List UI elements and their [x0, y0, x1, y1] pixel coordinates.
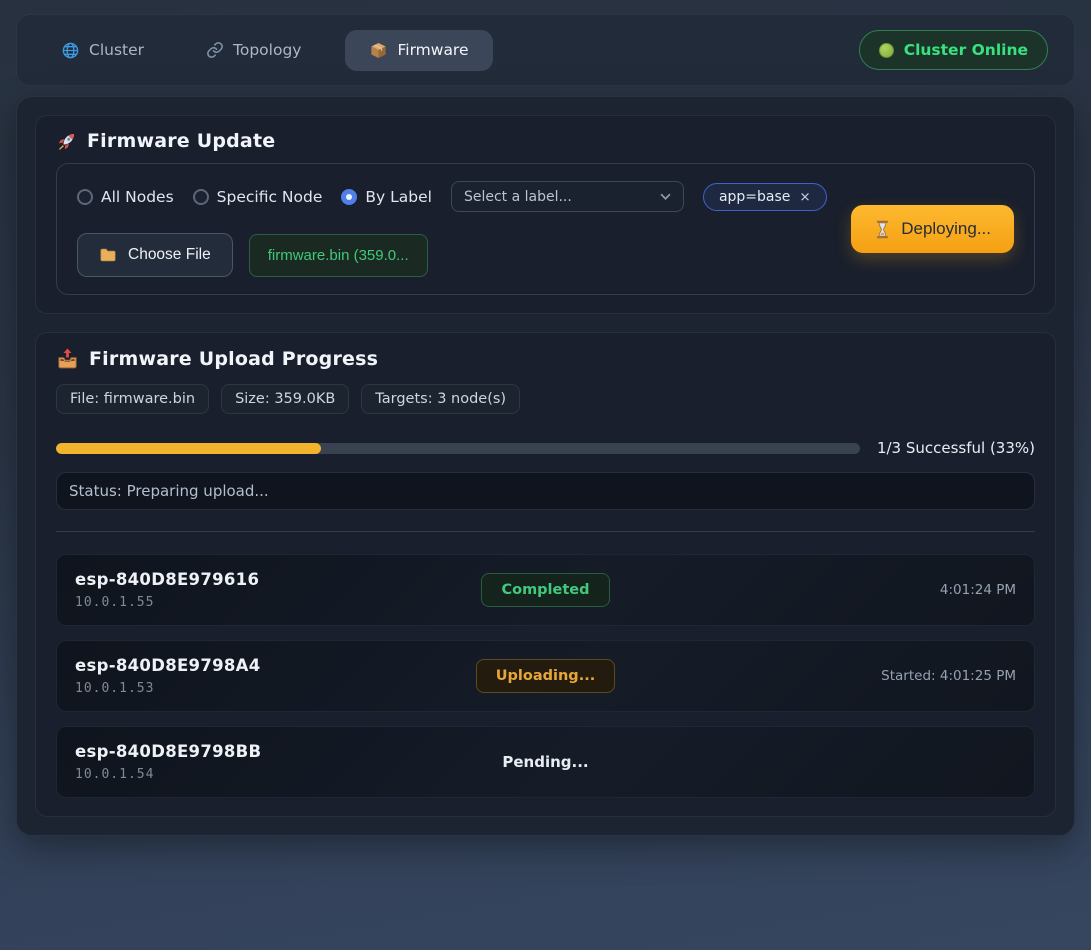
radio-circle[interactable]	[77, 189, 93, 205]
folder-icon	[99, 247, 117, 263]
package-icon	[369, 41, 388, 60]
upload-progress-title: Firmware Upload Progress	[56, 347, 1035, 370]
label-select-placeholder: Select a label...	[464, 189, 572, 205]
node-ip: 10.0.1.54	[75, 767, 502, 782]
node-row: esp-840D8E979616 10.0.1.55 Completed 4:0…	[56, 554, 1035, 626]
cluster-online-badge: Cluster Online	[859, 30, 1048, 70]
node-row: esp-840D8E9798BB 10.0.1.54 Pending...	[56, 726, 1035, 798]
firmware-update-title: Firmware Update	[56, 130, 1035, 152]
file-row: Choose File firmware.bin (359.0...	[77, 233, 831, 277]
progress-fill	[56, 443, 321, 454]
radio-specific-node[interactable]: Specific Node	[193, 188, 323, 206]
label-tag-text: app=base	[719, 189, 790, 205]
upload-progress-card: Firmware Upload Progress File: firmware.…	[35, 332, 1056, 817]
status-line: Status: Preparing upload...	[56, 472, 1035, 510]
selected-file-chip[interactable]: firmware.bin (359.0...	[249, 234, 428, 277]
node-ip: 10.0.1.55	[75, 595, 481, 610]
node-name: esp-840D8E9798BB	[75, 742, 502, 761]
hourglass-icon	[874, 220, 891, 239]
status-text-pending: Pending...	[502, 753, 588, 771]
tab-label: Firmware	[397, 41, 468, 59]
deploy-button[interactable]: Deploying...	[851, 205, 1014, 253]
deploy-button-label: Deploying...	[901, 219, 991, 239]
label-select[interactable]: Select a label...	[451, 181, 684, 212]
cluster-online-label: Cluster Online	[904, 41, 1028, 59]
link-icon	[206, 41, 224, 59]
radio-circle-checked[interactable]	[341, 189, 357, 205]
status-badge-completed: Completed	[481, 573, 609, 607]
radio-label: By Label	[365, 188, 432, 206]
progress-label: 1/3 Successful (33%)	[877, 439, 1035, 457]
radio-by-label[interactable]: By Label	[341, 188, 432, 206]
firmware-update-card: Firmware Update All Nodes Specific Node …	[35, 115, 1056, 314]
divider	[56, 531, 1035, 532]
main-container: Firmware Update All Nodes Specific Node …	[16, 96, 1075, 836]
choose-file-label: Choose File	[128, 246, 211, 264]
progress-bar	[56, 443, 860, 454]
label-tag: app=base ×	[703, 183, 827, 211]
radio-label: All Nodes	[101, 188, 174, 206]
card-title-text: Firmware Update	[87, 130, 275, 152]
upload-tray-icon	[56, 347, 79, 370]
meta-badges-row: File: firmware.bin Size: 359.0KB Targets…	[56, 384, 1035, 414]
green-dot-icon	[879, 43, 894, 58]
update-form-panel: All Nodes Specific Node By Label Select …	[56, 163, 1035, 295]
targets-badge: Targets: 3 node(s)	[361, 384, 520, 414]
rocket-icon	[56, 131, 77, 152]
globe-icon	[61, 41, 80, 60]
selected-file-label: firmware.bin (359.0...	[268, 247, 409, 264]
progress-row: 1/3 Successful (33%)	[56, 439, 1035, 457]
node-time: 4:01:24 PM	[610, 582, 1016, 598]
node-ip: 10.0.1.53	[75, 681, 476, 696]
node-name: esp-840D8E9798A4	[75, 656, 476, 675]
choose-file-button[interactable]: Choose File	[77, 233, 233, 277]
radio-circle[interactable]	[193, 189, 209, 205]
size-badge: Size: 359.0KB	[221, 384, 349, 414]
tab-topology[interactable]: Topology	[188, 30, 319, 70]
tab-cluster[interactable]: Cluster	[43, 30, 162, 71]
tab-firmware[interactable]: Firmware	[345, 30, 492, 71]
tab-label: Topology	[233, 41, 301, 59]
card-title-text: Firmware Upload Progress	[89, 348, 378, 370]
target-mode-row: All Nodes Specific Node By Label Select …	[77, 181, 831, 212]
node-row: esp-840D8E9798A4 10.0.1.53 Uploading... …	[56, 640, 1035, 712]
radio-all-nodes[interactable]: All Nodes	[77, 188, 174, 206]
radio-label: Specific Node	[217, 188, 323, 206]
tab-label: Cluster	[89, 41, 144, 59]
chevron-down-icon	[660, 193, 671, 200]
top-nav: Cluster Topology Firmware Cluster Online	[16, 14, 1075, 86]
node-list: esp-840D8E979616 10.0.1.55 Completed 4:0…	[56, 554, 1035, 798]
node-time: Started: 4:01:25 PM	[615, 668, 1016, 684]
tag-remove-icon[interactable]: ×	[799, 189, 810, 205]
file-badge: File: firmware.bin	[56, 384, 209, 414]
node-name: esp-840D8E979616	[75, 570, 481, 589]
status-badge-uploading: Uploading...	[476, 659, 615, 693]
